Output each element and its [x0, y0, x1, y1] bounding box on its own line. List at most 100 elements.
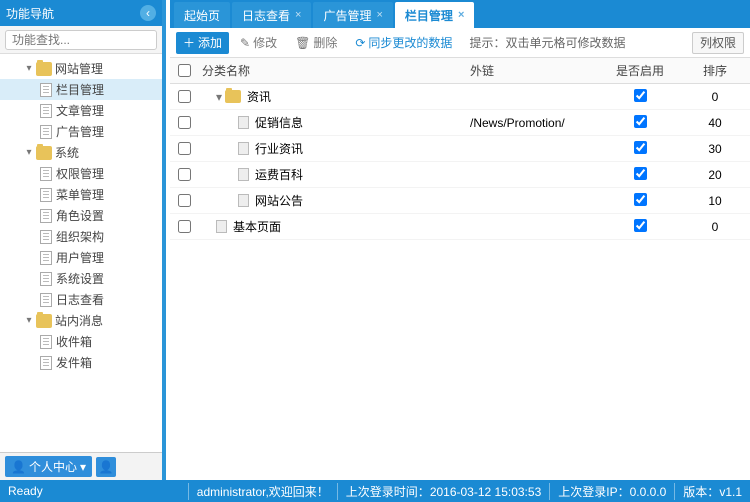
tree-item[interactable]: 日志查看 — [0, 289, 162, 310]
row-enable-checkbox[interactable] — [634, 193, 647, 206]
row-enable-checkbox[interactable] — [634, 167, 647, 180]
row-checkbox[interactable] — [178, 142, 191, 155]
row-enable-checkbox[interactable] — [634, 89, 647, 102]
toolbar-hint: 提示：双击单元格可修改数据 — [469, 34, 625, 51]
tree-item-label: 用户管理 — [56, 249, 104, 266]
edit-label: 修改 — [253, 34, 277, 51]
tree-item[interactable]: 权限管理 — [0, 163, 162, 184]
document-icon — [40, 125, 52, 139]
sync-label: 同步更改的数据 — [368, 34, 452, 51]
row-sort[interactable]: 0 — [680, 220, 750, 234]
table-row[interactable]: 网站公告10 — [170, 188, 750, 214]
row-sort[interactable]: 0 — [680, 90, 750, 104]
tree-item-label: 发件箱 — [56, 354, 92, 371]
row-checkbox[interactable] — [178, 116, 191, 129]
row-enable-checkbox[interactable] — [634, 115, 647, 128]
status-ready: Ready — [8, 484, 43, 498]
status-welcome: administrator,欢迎回来！ — [188, 483, 329, 500]
table-row[interactable]: ▾ 资讯 0 — [170, 84, 750, 110]
row-name: 基本页面 — [233, 218, 281, 235]
row-checkbox[interactable] — [178, 90, 191, 103]
add-button[interactable]: ＋ 添加 — [176, 32, 229, 54]
row-enable-cell — [600, 141, 680, 157]
document-icon — [238, 142, 249, 155]
tree-item[interactable]: 收件箱 — [0, 331, 162, 352]
document-icon — [40, 272, 52, 286]
tree-item[interactable]: 角色设置 — [0, 205, 162, 226]
row-sort[interactable]: 10 — [680, 194, 750, 208]
table-row[interactable]: 运费百科20 — [170, 162, 750, 188]
row-sort[interactable]: 40 — [680, 116, 750, 130]
sync-button[interactable]: ⟳ 同步更改的数据 — [348, 32, 459, 54]
edit-button[interactable]: ✎ 修改 — [233, 32, 284, 54]
document-icon — [40, 188, 52, 202]
document-icon — [40, 251, 52, 265]
tree-group[interactable]: ▾网站管理 — [0, 58, 162, 79]
tree-group[interactable]: ▾系统 — [0, 142, 162, 163]
user-center-label: 个人中心 — [29, 458, 77, 475]
row-name-cell: 促销信息 — [198, 114, 470, 131]
close-icon[interactable]: × — [458, 9, 464, 21]
header-ext: 外链 — [470, 62, 600, 79]
header-sort: 排序 — [680, 62, 750, 79]
sidebar-search-input[interactable] — [5, 30, 157, 50]
table-row[interactable]: 行业资讯 30 — [170, 136, 750, 162]
document-icon — [238, 116, 249, 129]
plus-icon: ＋ — [183, 34, 195, 51]
tree-item-label: 权限管理 — [56, 165, 104, 182]
tree-item-label: 文章管理 — [56, 102, 104, 119]
row-checkbox[interactable] — [178, 168, 191, 181]
table-row[interactable]: 促销信息/News/Promotion/40 — [170, 110, 750, 136]
trash-icon: 🗑 — [295, 36, 310, 50]
tree-item-label: 角色设置 — [56, 207, 104, 224]
tree-item[interactable]: 发件箱 — [0, 352, 162, 373]
row-name-cell: 基本页面 — [198, 218, 470, 235]
sidebar-footer-action[interactable]: 👤 — [96, 457, 116, 477]
tab[interactable]: 广告管理× — [313, 2, 392, 28]
folder-icon — [36, 62, 52, 76]
expand-icon[interactable]: ▾ — [216, 90, 222, 104]
status-last-login-time: 上次登录时间：2016-03-12 15:03:53 — [337, 483, 541, 500]
sidebar-header: 功能导航 ‹ — [0, 0, 162, 26]
hint-label: 提示： — [469, 36, 505, 50]
close-icon[interactable]: × — [376, 9, 382, 21]
row-name-cell: 行业资讯 — [198, 140, 470, 157]
delete-button[interactable]: 🗑 删除 — [288, 32, 344, 54]
collapse-icon: ▾ — [22, 315, 36, 326]
column-permission-button[interactable]: 列权限 — [692, 32, 744, 54]
table-body: ▾ 资讯 0 促销信息/News/Promotion/40 行业资讯 30 运费百科20网站… — [170, 84, 750, 240]
tree-item[interactable]: 系统设置 — [0, 268, 162, 289]
tab[interactable]: 日志查看 × — [232, 2, 311, 28]
hint-text: 双击单元格可修改数据 — [505, 36, 625, 50]
document-icon — [40, 167, 52, 181]
table-row[interactable]: 基本页面 0 — [170, 214, 750, 240]
user-center-button[interactable]: 👤 个人中心 ▾ — [5, 456, 92, 477]
tree-group[interactable]: ▾站内消息 — [0, 310, 162, 331]
tree-item[interactable]: 菜单管理 — [0, 184, 162, 205]
tree-item[interactable]: 用户管理 — [0, 247, 162, 268]
row-enable-checkbox[interactable] — [634, 141, 647, 154]
row-name: 资讯 — [247, 88, 271, 105]
tab[interactable]: 栏目管理× — [395, 2, 474, 28]
tab-label: 日志查看 — [242, 7, 290, 24]
close-icon[interactable]: × — [295, 9, 301, 21]
row-checkbox[interactable] — [178, 220, 191, 233]
tree-item[interactable]: 文章管理 — [0, 100, 162, 121]
tree-item[interactable]: 广告管理 — [0, 121, 162, 142]
row-sort[interactable]: 30 — [680, 142, 750, 156]
tree-item-label: 收件箱 — [56, 333, 92, 350]
delete-label: 删除 — [313, 34, 337, 51]
select-all-checkbox[interactable] — [178, 64, 191, 77]
tree-item[interactable]: 栏目管理 — [0, 79, 162, 100]
tree-group-label: 系统 — [55, 144, 79, 161]
row-enable-checkbox[interactable] — [634, 219, 647, 232]
row-checkbox[interactable] — [178, 194, 191, 207]
folder-icon — [36, 146, 52, 160]
tree-item[interactable]: 组织架构 — [0, 226, 162, 247]
tab[interactable]: 起始页 — [174, 2, 230, 28]
sidebar-collapse-button[interactable]: ‹ — [140, 5, 156, 21]
tab-bar: 起始页日志查看×广告管理×栏目管理× — [170, 0, 750, 28]
header-checkbox-cell — [170, 64, 198, 77]
row-enable-cell — [600, 115, 680, 131]
row-sort[interactable]: 20 — [680, 168, 750, 182]
